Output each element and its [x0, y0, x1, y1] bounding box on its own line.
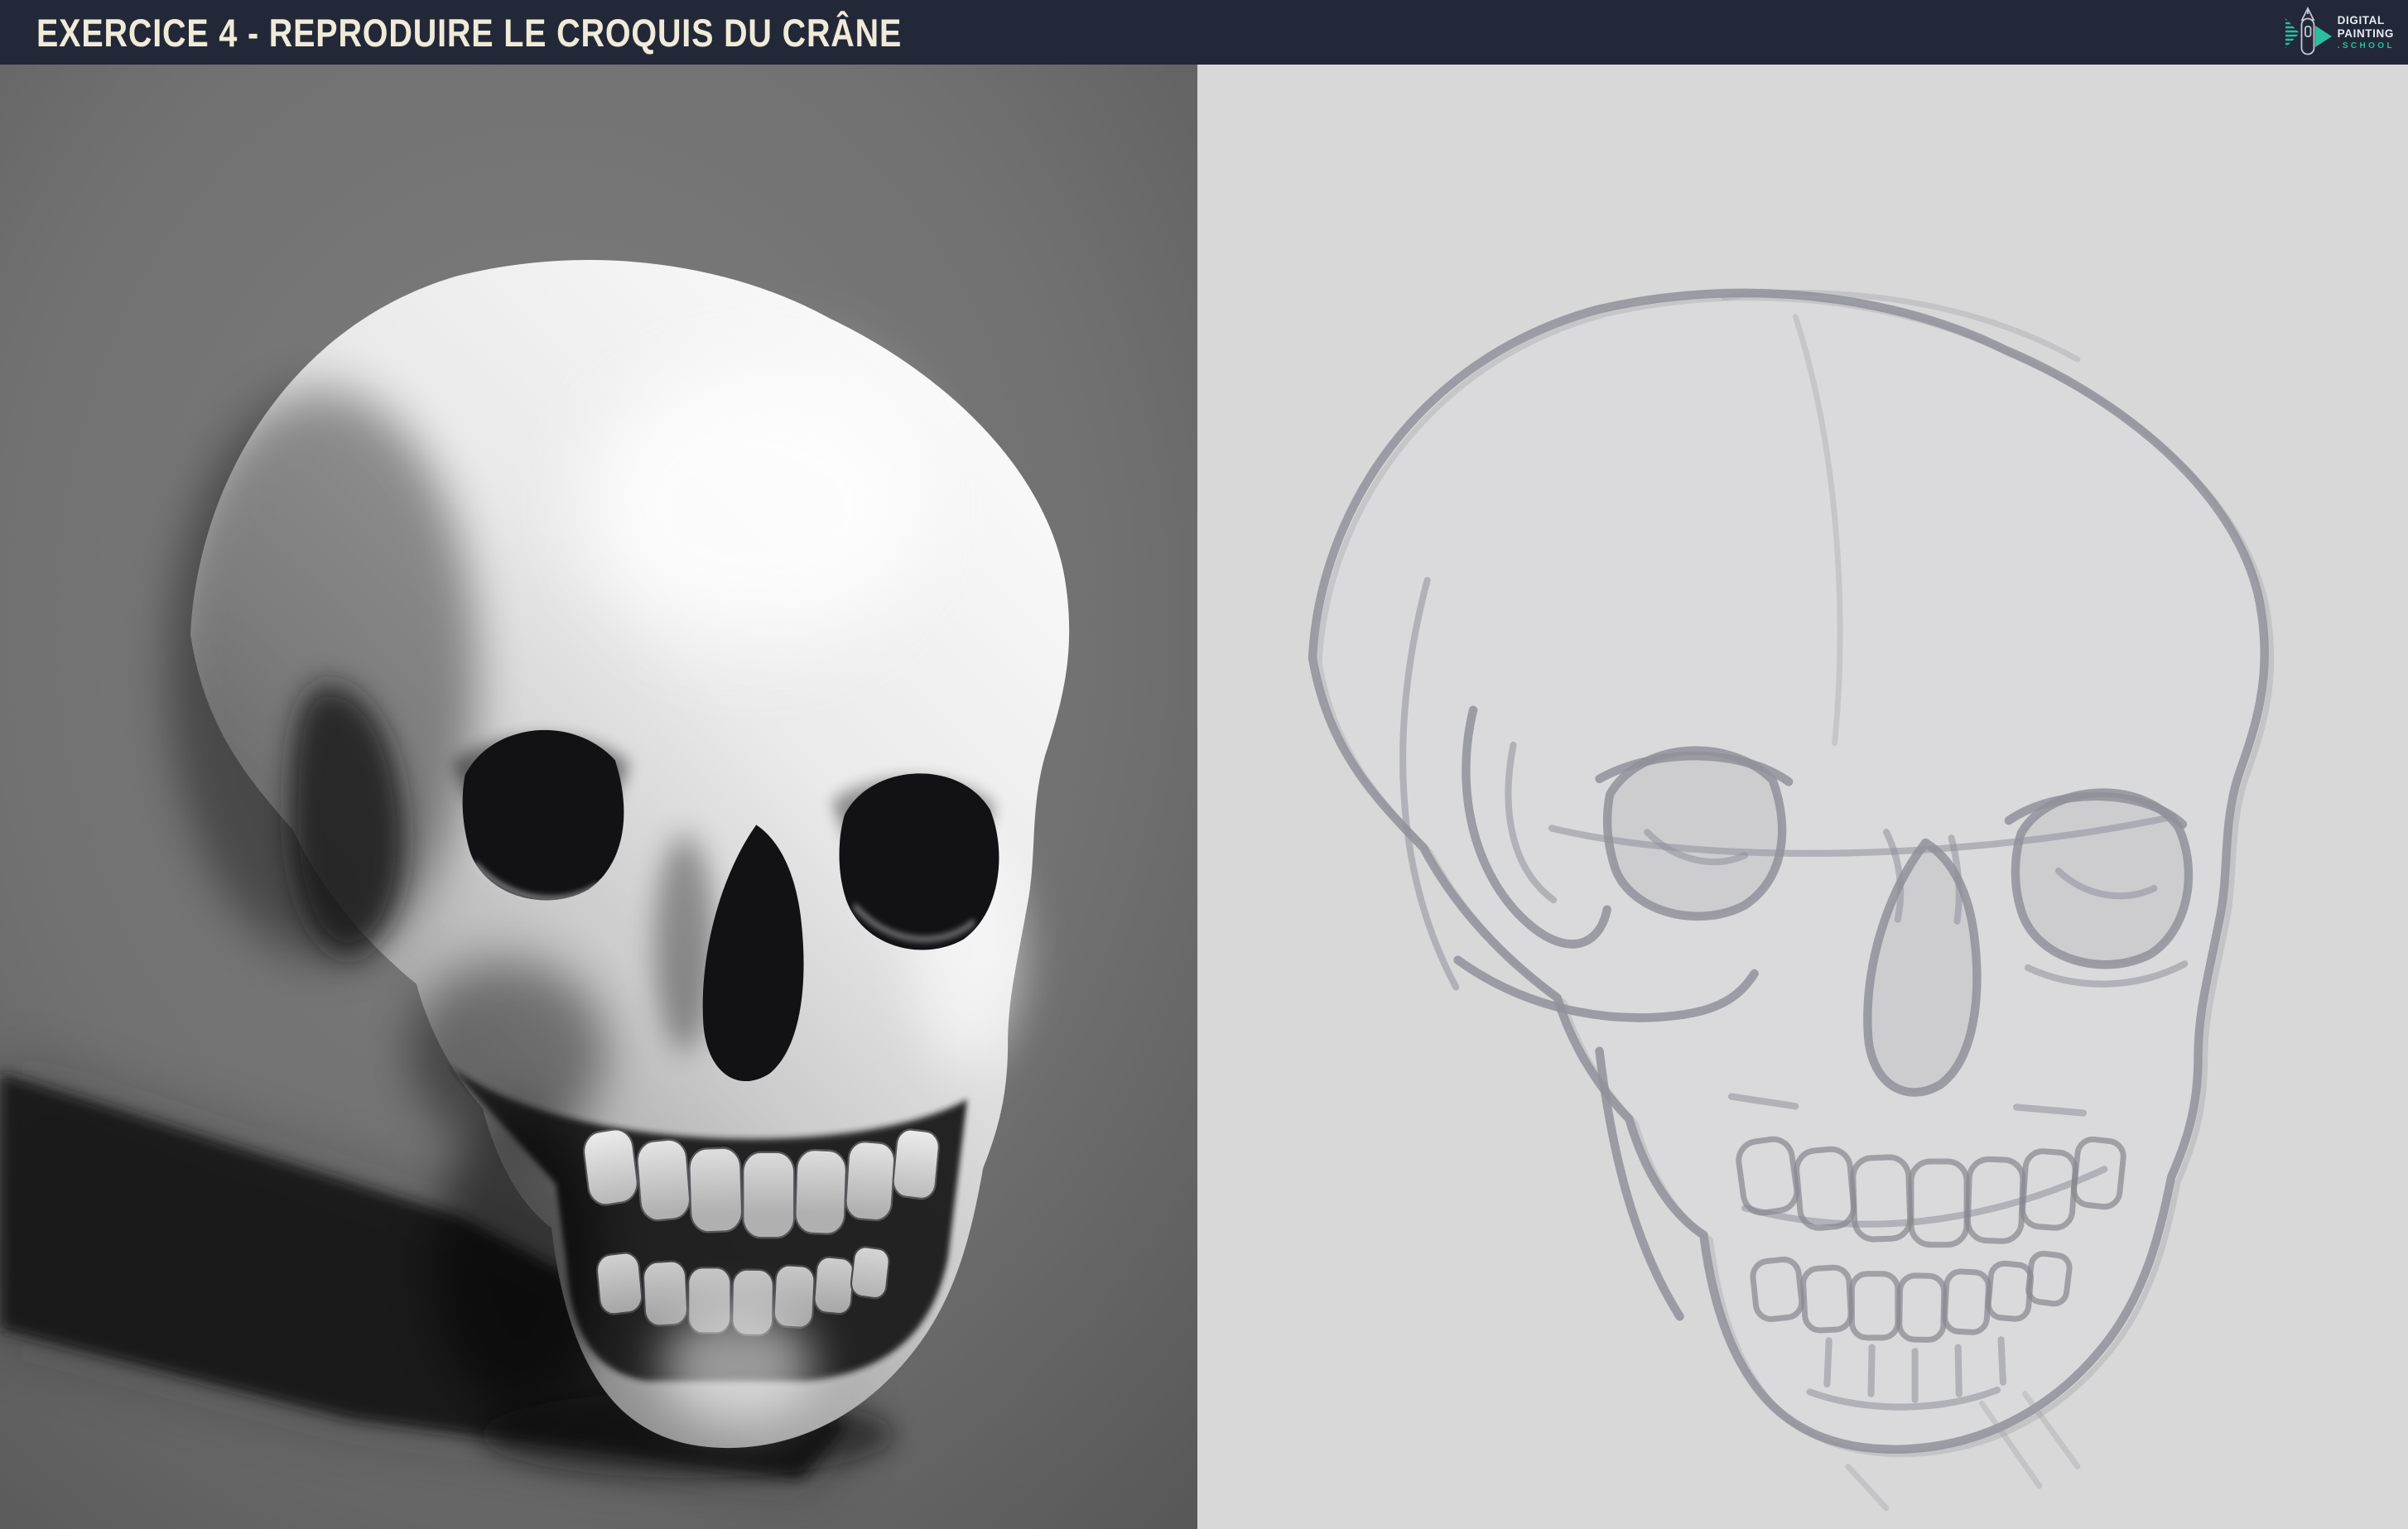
logo-word-digital: DIGITAL [2337, 14, 2385, 26]
slide: EXERCICE 4 - REPRODUIRE LE CROQUIS DU CR… [0, 0, 2408, 1529]
stylus-icon [2300, 6, 2315, 55]
skull-scene [0, 65, 2408, 1529]
render-panel [0, 65, 1197, 1529]
brand-logo: DIGITAL PAINTING .SCHOOL [2285, 4, 2395, 60]
pen-logo-icon [2285, 6, 2332, 55]
slide-title: EXERCICE 4 - REPRODUIRE LE CROQUIS DU CR… [36, 10, 903, 55]
header-bar: EXERCICE 4 - REPRODUIRE LE CROQUIS DU CR… [0, 0, 2408, 65]
logo-triangle [2314, 26, 2332, 47]
brand-logo-text: DIGITAL PAINTING .SCHOOL [2338, 14, 2395, 50]
logo-word-school: .SCHOOL [2337, 41, 2395, 50]
sketch-panel [1197, 65, 2408, 1529]
content-area [0, 65, 2408, 1529]
logo-word-painting: PAINTING [2337, 26, 2394, 40]
